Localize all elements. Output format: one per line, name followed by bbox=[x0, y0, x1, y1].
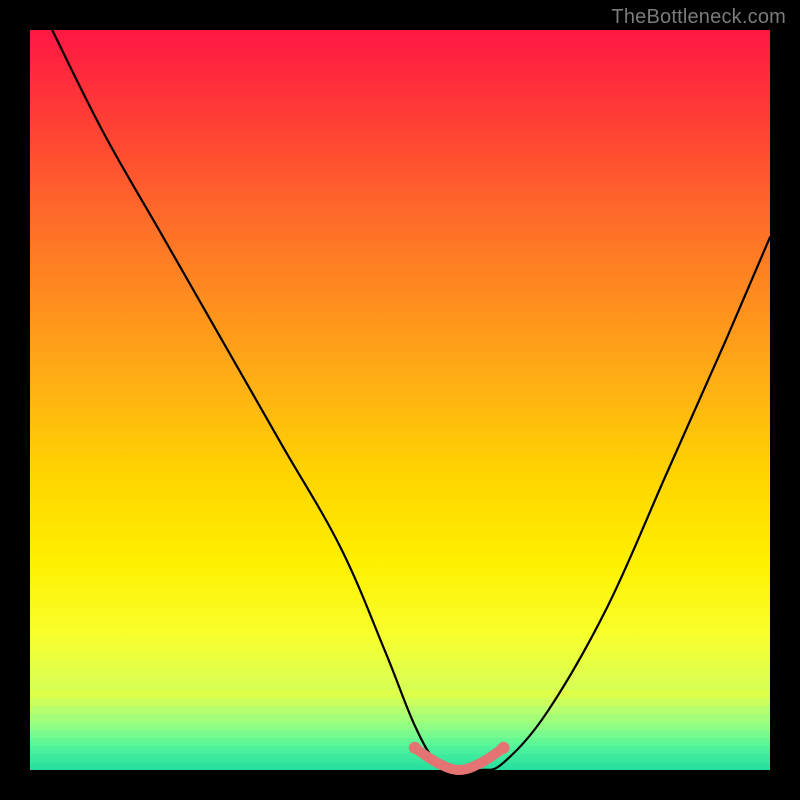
curve-group bbox=[52, 30, 770, 771]
watermark-text: TheBottleneck.com bbox=[611, 6, 786, 29]
plot-area bbox=[30, 30, 770, 770]
flat-end-dot bbox=[498, 742, 510, 754]
chart-frame: TheBottleneck.com bbox=[0, 0, 800, 800]
bottleneck-curve bbox=[52, 30, 770, 771]
flat-end-dot bbox=[409, 742, 421, 754]
bottleneck-curve-svg bbox=[30, 30, 770, 770]
